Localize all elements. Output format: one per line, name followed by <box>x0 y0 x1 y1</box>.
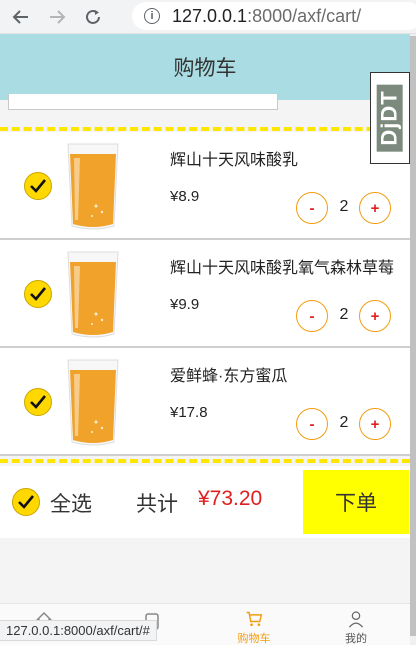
checkout-bar: 全选 共计 ¥73.20 下单 <box>0 466 410 538</box>
address-bar[interactable]: i 127.0.0.1:8000/axf/cart/ <box>132 2 416 30</box>
decrease-qty-button[interactable]: - <box>296 408 328 440</box>
forward-arrow-icon[interactable] <box>42 2 72 32</box>
tab-mine[interactable]: 我的 <box>316 604 396 645</box>
cart-item: 辉山十天风味酸乳氧气森林草莓 ¥9.9 - 2 + <box>0 240 410 348</box>
product-image <box>67 143 119 230</box>
back-arrow-icon[interactable] <box>6 2 36 32</box>
decrease-qty-button[interactable]: - <box>296 300 328 332</box>
top-dashed-divider <box>0 127 410 131</box>
product-image <box>67 359 119 446</box>
tab-label: 购物车 <box>237 633 271 645</box>
increase-qty-button[interactable]: + <box>359 408 391 440</box>
djdt-label: DjDT <box>377 84 404 152</box>
url-host: 127.0.0.1 <box>172 5 248 26</box>
select-all-label[interactable]: 全选 <box>50 488 92 518</box>
decrease-qty-button[interactable]: - <box>296 192 328 224</box>
page: i 127.0.0.1:8000/axf/cart/ 购物车 辉山十天风味酸乳 … <box>0 0 416 645</box>
app-header: 购物车 <box>0 34 410 100</box>
user-icon <box>348 611 364 628</box>
scrollbar-thumb[interactable] <box>410 36 416 636</box>
cart-list: 辉山十天风味酸乳 ¥8.9 - 2 + 辉山十天风味酸乳氧气森林草莓 ¥9.9 … <box>0 132 410 456</box>
page-title: 购物车 <box>173 57 237 80</box>
item-select-checkbox[interactable] <box>24 172 52 200</box>
tab-cart[interactable]: 购物车 <box>214 604 294 645</box>
bottom-dashed-divider <box>0 459 410 463</box>
item-quantity: 2 <box>339 414 349 431</box>
tab-label: 我的 <box>345 633 367 645</box>
checkmark-icon <box>30 287 47 301</box>
product-image <box>67 251 119 338</box>
item-price: ¥17.8 <box>170 404 208 421</box>
search-input[interactable] <box>8 94 278 110</box>
place-order-button[interactable]: 下单 <box>303 470 409 534</box>
select-all-checkbox[interactable] <box>12 488 40 516</box>
item-price: ¥8.9 <box>170 188 200 205</box>
cart-item: 爱鲜蜂·东方蜜瓜 ¥17.8 - 2 + <box>0 348 410 456</box>
url-path: :8000/axf/cart/ <box>247 5 362 26</box>
cart-item: 辉山十天风味酸乳 ¥8.9 - 2 + <box>0 132 410 240</box>
checkmark-icon <box>30 179 47 193</box>
url-text: 127.0.0.1:8000/axf/cart/ <box>172 6 361 27</box>
cart-icon <box>246 611 263 627</box>
browser-toolbar: i 127.0.0.1:8000/axf/cart/ <box>0 0 416 34</box>
reload-icon[interactable] <box>78 2 108 32</box>
status-bar-url: 127.0.0.1:8000/axf/cart/# <box>0 620 157 641</box>
item-select-checkbox[interactable] <box>24 388 52 416</box>
info-icon[interactable]: i <box>144 8 160 24</box>
item-name: 辉山十天风味酸乳氧气森林草莓 <box>170 260 395 277</box>
scrollbar[interactable] <box>410 34 416 645</box>
item-price: ¥9.9 <box>170 296 200 313</box>
djdt-toolbar-handle[interactable]: DjDT <box>370 72 410 164</box>
total-price: ¥73.20 <box>198 487 263 510</box>
total-label: 共计 <box>136 493 178 516</box>
item-quantity: 2 <box>339 306 349 323</box>
item-name: 爱鲜蜂·东方蜜瓜 <box>170 368 288 385</box>
increase-qty-button[interactable]: + <box>359 300 391 332</box>
checkmark-icon <box>30 395 47 409</box>
item-select-checkbox[interactable] <box>24 280 52 308</box>
item-quantity: 2 <box>339 198 349 215</box>
increase-qty-button[interactable]: + <box>359 192 391 224</box>
checkmark-icon <box>18 495 35 509</box>
item-name: 辉山十天风味酸乳 <box>170 152 299 169</box>
